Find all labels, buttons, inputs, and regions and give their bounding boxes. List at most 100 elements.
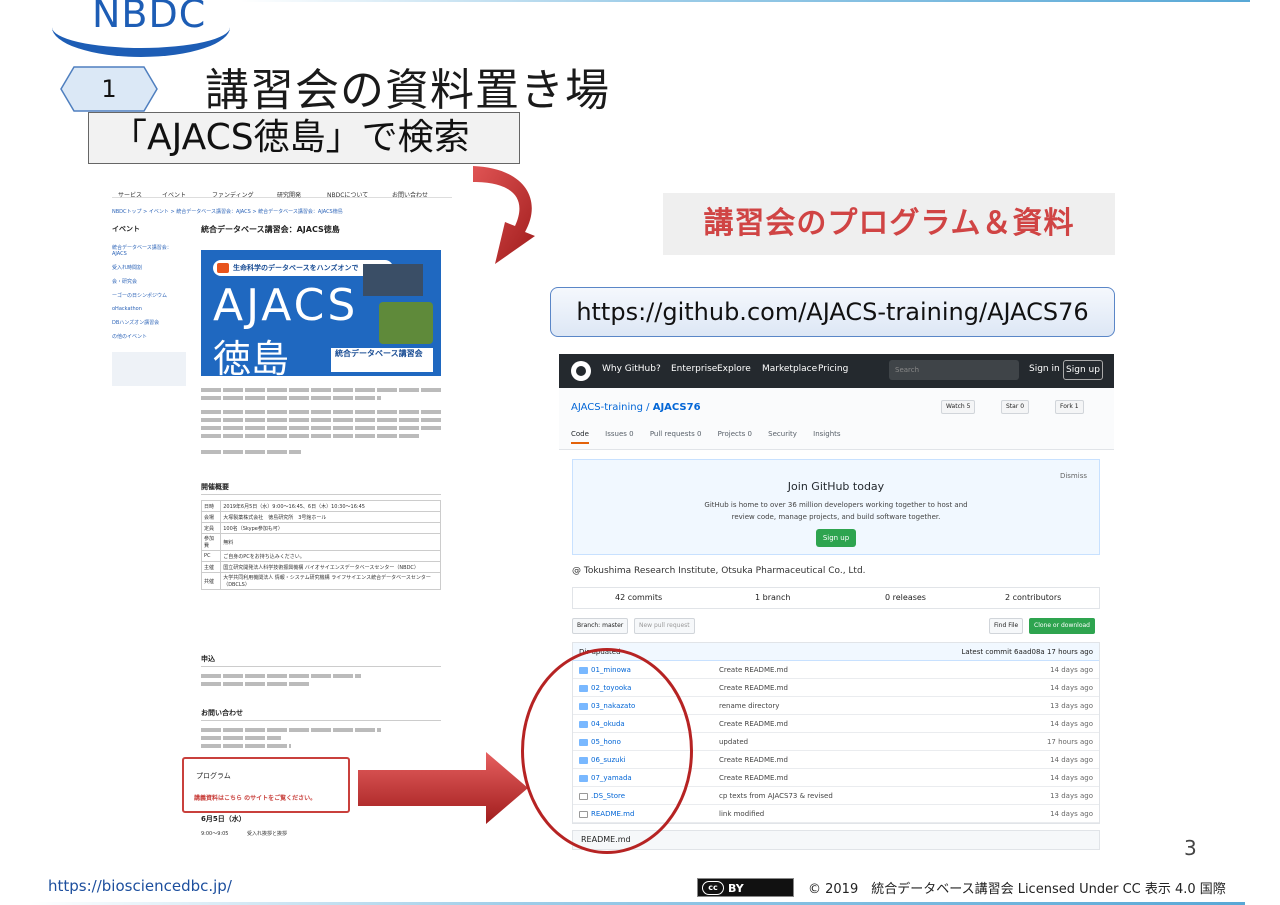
sidebar-item[interactable]: 会・研究会 bbox=[112, 278, 186, 285]
site-sidebar: イベント 統合データベース講習会：AJACS 受入れ時間割 会・研究会 ーゴーの… bbox=[112, 224, 186, 347]
tab-issues[interactable]: Issues 0 bbox=[605, 430, 633, 438]
join-sign-up-button[interactable]: Sign up bbox=[816, 529, 856, 547]
branches-link[interactable]: 1 branch bbox=[755, 593, 790, 602]
gh-nav-item[interactable]: Why GitHub? bbox=[602, 364, 661, 374]
section-apply: 申込 bbox=[201, 654, 441, 667]
program-highlight-box: プログラム 講義資料はこちら のサイトをご覧ください。 bbox=[182, 757, 350, 813]
gh-nav-item[interactable]: Explore bbox=[717, 364, 751, 374]
sidebar-item[interactable]: 統合データベース講習会：AJACS bbox=[112, 244, 186, 257]
schedule-item: 受入れ挨拶と挨拶 bbox=[247, 831, 288, 837]
text-line bbox=[201, 682, 311, 686]
clone-download-button[interactable]: Clone or download bbox=[1029, 618, 1095, 634]
commit-message[interactable]: Create README.md bbox=[719, 679, 788, 697]
sidebar-item[interactable]: DBハンズオン講習会 bbox=[112, 319, 186, 326]
repo-name-link[interactable]: AJACS76 bbox=[653, 402, 701, 413]
breadcrumb[interactable]: NBDCトップ > イベント > 統合データベース講習会：AJACS > 統合デ… bbox=[112, 208, 343, 215]
gh-nav-item[interactable]: Pricing bbox=[818, 364, 848, 374]
table-cell: ご自身のPCをお持ち込みください。 bbox=[220, 550, 441, 562]
site-nav-item[interactable]: イベント bbox=[162, 190, 186, 199]
table-row: 主催 国立研究開発法人科学技術振興機構 バイオサイエンスデータベースセンター（NB… bbox=[200, 561, 441, 573]
right-arrow-icon bbox=[358, 752, 528, 824]
table-cell: 主催 bbox=[200, 561, 222, 573]
sidebar-item[interactable]: 受入れ時間割 bbox=[112, 264, 186, 271]
highlight-circle bbox=[521, 648, 693, 854]
commit-age: 14 days ago bbox=[1050, 684, 1093, 692]
commit-age: 14 days ago bbox=[1050, 774, 1093, 782]
find-file-button[interactable]: Find File bbox=[989, 618, 1024, 634]
text-line bbox=[201, 388, 441, 392]
banner-subtitle: 統合データベース講習会 bbox=[331, 348, 433, 372]
section-contact: お問い合わせ bbox=[201, 708, 441, 721]
repo-separator: / bbox=[642, 402, 653, 413]
branch-bar: Branch: master New pull request Find Fil… bbox=[572, 618, 1100, 634]
site-nav-item[interactable]: ファンディング bbox=[212, 190, 254, 199]
ajacs-banner: 生命科学のデータベースをハンズオンで AJACS 徳島 統合データベース講習会 bbox=[201, 250, 441, 381]
branch-select[interactable]: Branch: master bbox=[572, 618, 629, 634]
tab-code[interactable]: Code bbox=[571, 430, 589, 444]
text-line bbox=[201, 418, 441, 422]
commit-message[interactable]: Create README.md bbox=[719, 661, 788, 679]
commit-age: 17 hours ago bbox=[1046, 738, 1093, 746]
text-line bbox=[201, 410, 441, 414]
footer-url[interactable]: https://biosciencedbc.jp/ bbox=[48, 877, 232, 895]
github-header: Why GitHub? Enterprise Explore Marketpla… bbox=[559, 354, 1114, 388]
site-nav-item[interactable]: サービス bbox=[118, 190, 142, 199]
latest-commit-info[interactable]: Latest commit 6aad08a 17 hours ago bbox=[962, 643, 1094, 661]
table-cell: 国立研究開発法人科学技術振興機構 バイオサイエンスデータベースセンター（NBDC… bbox=[220, 561, 441, 573]
program-link[interactable]: 講義資料はこちら のサイトをご覧ください。 bbox=[194, 793, 316, 802]
text-line bbox=[201, 434, 421, 438]
gh-nav-item[interactable]: Marketplace bbox=[762, 364, 817, 374]
dismiss-button[interactable]: Dismiss bbox=[1060, 472, 1087, 480]
repo-owner-link[interactable]: AJACS-training bbox=[571, 402, 643, 413]
site-nav-item[interactable]: NBDCについて bbox=[327, 190, 368, 199]
table-row: 共催 大学共同利用機関法人 情報・システム研究機構 ライフサイエンス統合データベー… bbox=[200, 572, 441, 590]
commit-message[interactable]: link modified bbox=[719, 805, 764, 823]
banner-title-ajacs: AJACS bbox=[213, 280, 359, 331]
latest-commit-row: Dir updated Latest commit 6aad08a 17 hou… bbox=[573, 643, 1099, 661]
gh-sign-up-button[interactable]: Sign up bbox=[1063, 360, 1103, 380]
commit-message[interactable]: Create README.md bbox=[719, 751, 788, 769]
site-nav-item[interactable]: 研究開発 bbox=[277, 190, 301, 199]
search-instruction-box: 「AJACS徳島」で検索 bbox=[88, 112, 520, 164]
table-row: 日時 2019年6月5日（水）9:00〜16:45、6日（木）10:30〜16:4… bbox=[200, 500, 441, 512]
tab-security[interactable]: Security bbox=[768, 430, 797, 438]
star-button[interactable]: Star 0 bbox=[1001, 400, 1030, 414]
nbdc-logo: NBDC bbox=[52, 0, 232, 60]
site-nav-item[interactable]: お問い合わせ bbox=[392, 190, 428, 199]
tab-insights[interactable]: Insights bbox=[813, 430, 840, 438]
page-title: 統合データベース講習会：AJACS徳島 bbox=[201, 225, 340, 234]
table-cell: 参加費 bbox=[200, 533, 222, 551]
commit-message[interactable]: updated bbox=[719, 733, 748, 751]
watch-button[interactable]: Watch 5 bbox=[941, 400, 976, 414]
table-cell: 共催 bbox=[200, 572, 222, 590]
commit-message[interactable]: Create README.md bbox=[719, 769, 788, 787]
repo-tabs: Code Issues 0 Pull requests 0 Projects 0… bbox=[571, 430, 855, 444]
releases-link[interactable]: 0 releases bbox=[885, 593, 926, 602]
table-row: PC ご自身のPCをお持ち込みください。 bbox=[200, 550, 441, 562]
tab-projects[interactable]: Projects 0 bbox=[718, 430, 752, 438]
cc-icon: cc bbox=[702, 881, 724, 895]
sidebar-item[interactable]: oHackathon bbox=[112, 306, 186, 312]
gh-sign-in-link[interactable]: Sign in bbox=[1029, 364, 1060, 374]
commit-message[interactable]: Create README.md bbox=[719, 715, 788, 733]
top-decorative-line bbox=[240, 0, 1250, 2]
contributors-link[interactable]: 2 contributors bbox=[1005, 593, 1061, 602]
commit-age: 14 days ago bbox=[1050, 720, 1093, 728]
join-title: Join GitHub today bbox=[787, 480, 885, 493]
sidebar-item[interactable]: ーゴーの日シンポジウム bbox=[112, 292, 186, 299]
program-banner: 講習会のプログラム＆資料 bbox=[663, 193, 1115, 255]
table-row: 参加費 無料 bbox=[200, 533, 441, 551]
table-cell: PC bbox=[200, 550, 222, 562]
github-logo-icon[interactable] bbox=[571, 361, 591, 381]
tab-pull-requests[interactable]: Pull requests 0 bbox=[650, 430, 702, 438]
commits-link[interactable]: 42 commits bbox=[615, 593, 662, 602]
table-cell: 大塚製薬株式会社 徳島研究所 3号館ホール bbox=[220, 511, 441, 523]
commit-message[interactable]: cp texts from AJACS73 & revised bbox=[719, 787, 833, 805]
gh-search-input[interactable]: Search bbox=[889, 360, 1019, 380]
commit-message[interactable]: rename directory bbox=[719, 697, 779, 715]
sidebar-item[interactable]: の他のイベント bbox=[112, 333, 186, 340]
gh-nav-item[interactable]: Enterprise bbox=[671, 364, 717, 374]
new-pull-request-button[interactable]: New pull request bbox=[634, 618, 695, 634]
fork-button[interactable]: Fork 1 bbox=[1055, 400, 1084, 414]
table-row: 会場 大塚製薬株式会社 徳島研究所 3号館ホール bbox=[200, 511, 441, 523]
